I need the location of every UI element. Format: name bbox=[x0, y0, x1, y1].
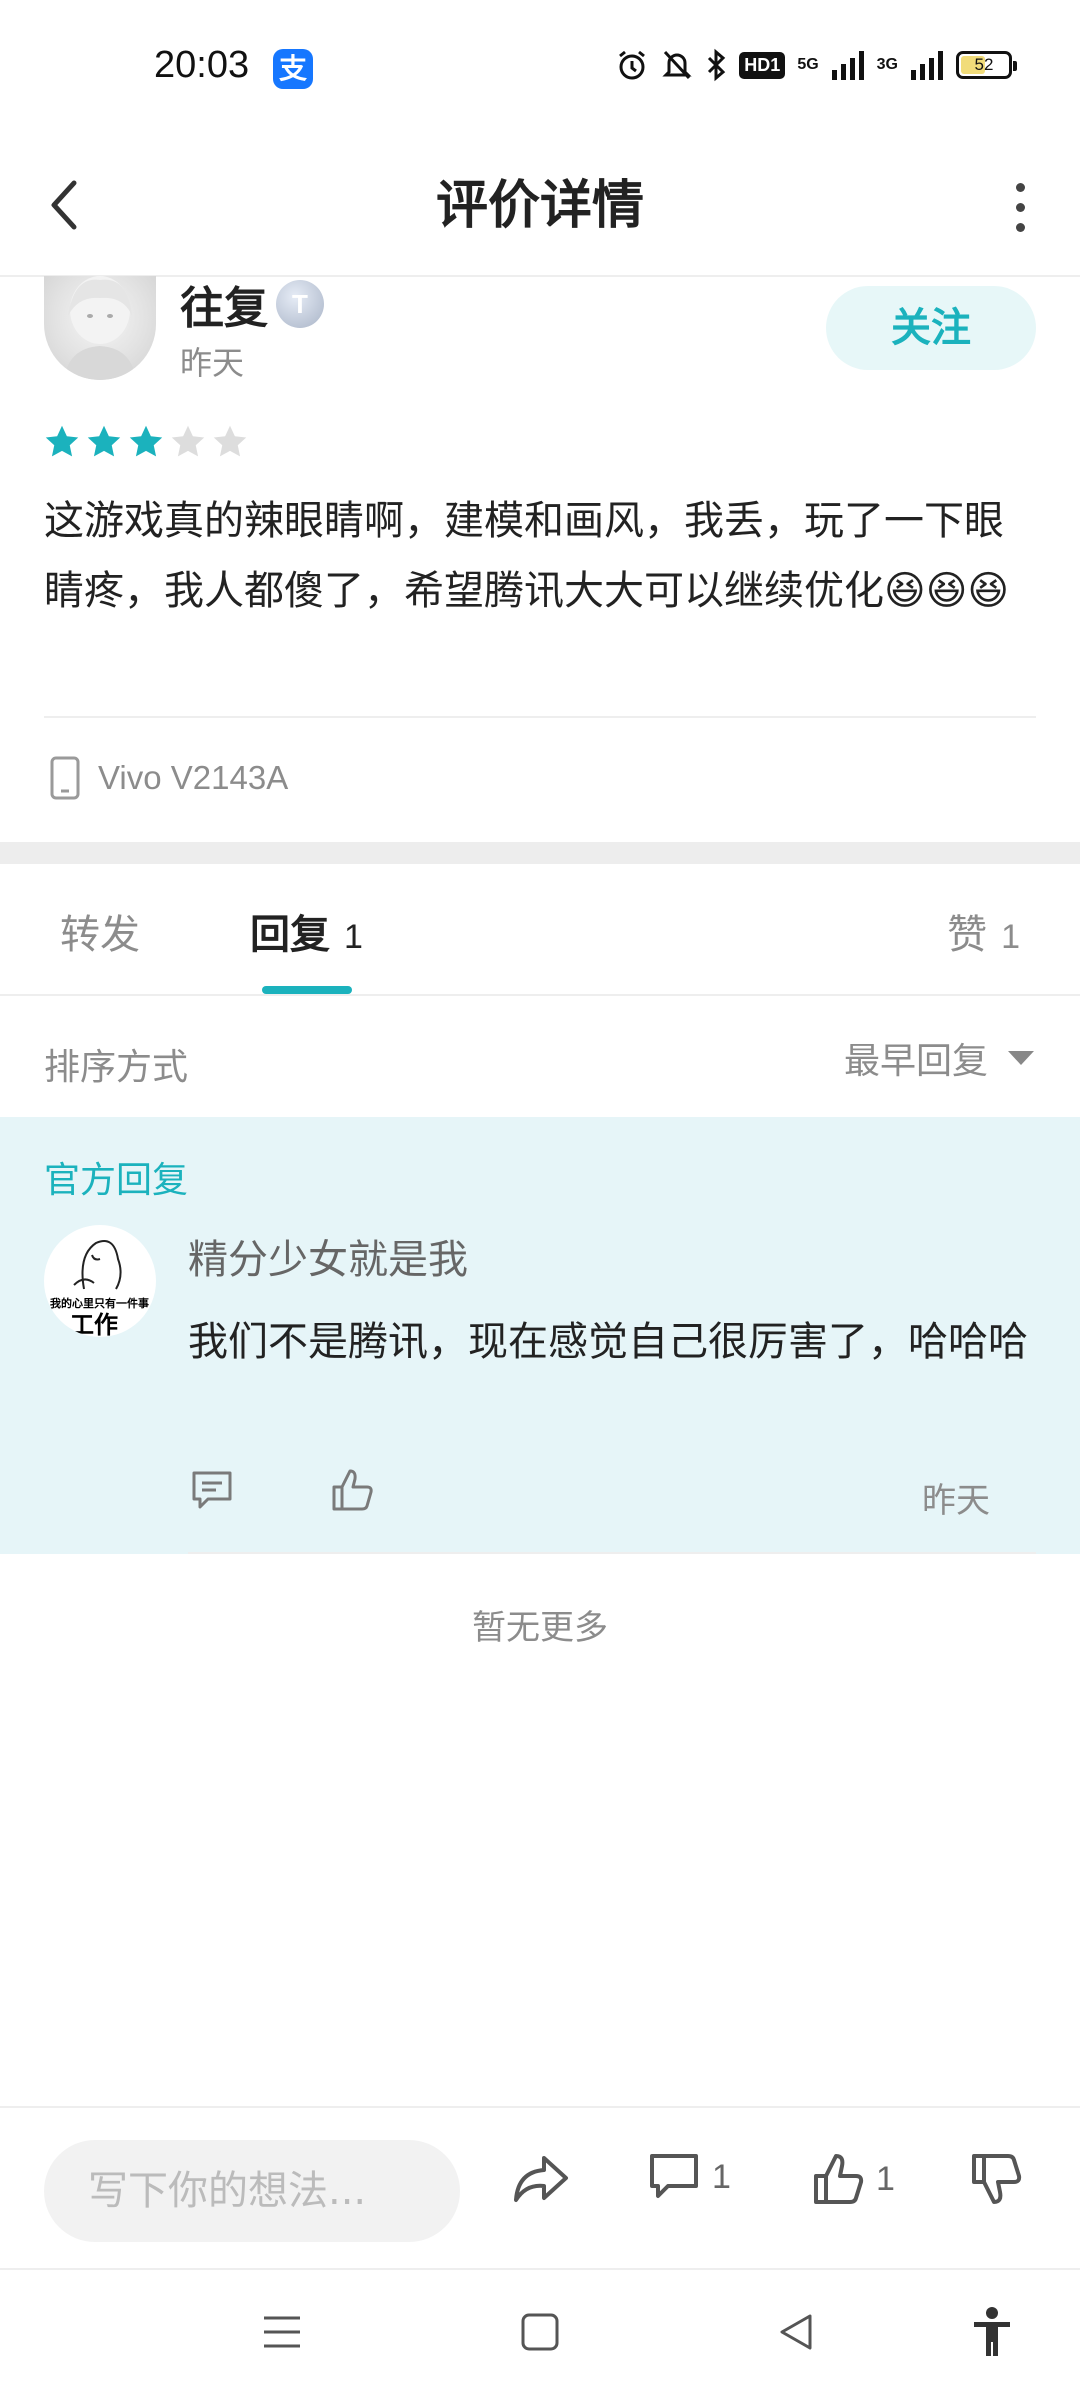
star-filled-icon bbox=[45, 425, 79, 457]
comment-icon bbox=[650, 2154, 698, 2198]
device-row: Vivo V2143A bbox=[50, 756, 288, 800]
star-empty-icon bbox=[171, 425, 205, 457]
status-time: 20:03 bbox=[154, 44, 250, 86]
username[interactable]: 往复 bbox=[180, 272, 268, 336]
page-title: 评价详情 bbox=[435, 176, 644, 236]
tab-reply[interactable]: 回复 1 bbox=[250, 902, 363, 960]
tab-reply-label: 回复 bbox=[250, 912, 330, 958]
post-time: 昨天 bbox=[180, 344, 245, 382]
star-filled-icon bbox=[129, 425, 163, 457]
reply-avatar[interactable]: 我的心里只有一件事 工作 bbox=[44, 1225, 156, 1337]
tab-bar: 转发 回复 1 赞1 bbox=[0, 864, 1080, 996]
more-button[interactable] bbox=[1000, 175, 1040, 239]
like-button[interactable]: 1 bbox=[812, 2152, 895, 2206]
signal-icon-2 bbox=[911, 51, 943, 80]
alarm-icon bbox=[619, 50, 646, 80]
tab-indicator bbox=[262, 986, 352, 994]
like-icon bbox=[814, 2154, 864, 2204]
alipay-icon: 支 bbox=[273, 49, 313, 89]
section-separator bbox=[0, 842, 1080, 864]
sort-selected: 最早回复 bbox=[843, 1041, 988, 1082]
comment-icon bbox=[192, 1471, 232, 1509]
sort-label: 排序方式 bbox=[44, 1047, 189, 1088]
mute-bell-icon bbox=[662, 50, 692, 80]
avatar-caption-large: 工作 bbox=[70, 1311, 118, 1337]
battery-text: 52 bbox=[974, 55, 994, 74]
network-5g-label: 5G bbox=[797, 56, 819, 73]
review-text: 这游戏真的辣眼睛啊，建模和画风，我丢，玩了一下眼睛疼，我人都傻了，希望腾讯大大可… bbox=[44, 498, 1010, 614]
tab-reply-count: 1 bbox=[344, 918, 363, 956]
divider bbox=[188, 1552, 1036, 1554]
accessibility-button[interactable] bbox=[972, 2306, 1012, 2362]
tab-like-label: 赞 bbox=[947, 912, 988, 958]
comment-button[interactable]: 1 bbox=[648, 2152, 731, 2202]
status-icons: HD1 5G 3G 52 bbox=[615, 48, 1017, 82]
chevron-down-icon bbox=[1008, 1051, 1034, 1065]
status-bar: 20:03 支 HD1 5G 3G 52 bbox=[0, 0, 1080, 135]
comment-input[interactable]: 写下你的想法... bbox=[44, 2140, 460, 2242]
more-icon-dot bbox=[1015, 202, 1025, 212]
bottom-action-bar: 写下你的想法... 1 1 bbox=[0, 2106, 1080, 2270]
nav-home-button[interactable] bbox=[520, 2312, 560, 2356]
network-3g-label: 3G bbox=[876, 56, 898, 73]
share-button[interactable] bbox=[510, 2152, 570, 2206]
accessibility-icon bbox=[974, 2307, 1010, 2356]
star-empty-icon bbox=[213, 425, 247, 457]
divider bbox=[44, 716, 1036, 718]
follow-button[interactable]: 关注 bbox=[826, 286, 1036, 370]
official-reply-label: 官方回复 bbox=[44, 1160, 189, 1201]
bluetooth-icon bbox=[708, 48, 726, 82]
dislike-icon bbox=[972, 2154, 1022, 2204]
share-icon bbox=[514, 2156, 568, 2202]
user-avatar[interactable] bbox=[44, 276, 156, 380]
like-count: 1 bbox=[876, 2159, 895, 2198]
official-reply-card: 官方回复 我的心里只有一件事 工作 精分少女就是我 我们不是腾讯，现在感觉自己很… bbox=[0, 1117, 1080, 1554]
system-nav-bar bbox=[0, 2270, 1080, 2400]
star-filled-icon bbox=[87, 425, 121, 457]
sort-dropdown[interactable]: 最早回复 bbox=[844, 1030, 1036, 1086]
page-header: 评价详情 bbox=[0, 135, 1080, 277]
more-icon-dot bbox=[1015, 182, 1025, 192]
more-icon-dot bbox=[1015, 222, 1025, 232]
hd-badge: HD1 bbox=[739, 51, 786, 79]
tab-forward-label: 转发 bbox=[60, 912, 140, 958]
dislike-button[interactable] bbox=[970, 2152, 1022, 2206]
avatar-portrait bbox=[64, 276, 136, 380]
like-icon bbox=[332, 1469, 373, 1511]
reply-like-button[interactable] bbox=[330, 1467, 374, 1517]
reply-text: 我们不是腾讯，现在感觉自己很厉害了，哈哈哈 bbox=[188, 1319, 1028, 1365]
comment-count: 1 bbox=[712, 2157, 731, 2196]
reply-comment-button[interactable] bbox=[190, 1469, 234, 1515]
reply-author[interactable]: 精分少女就是我 bbox=[188, 1227, 468, 1285]
phone-icon bbox=[50, 756, 80, 800]
nav-back-icon bbox=[780, 2314, 812, 2350]
rating-stars bbox=[44, 424, 248, 460]
menu-icon bbox=[264, 2316, 300, 2348]
no-more-text: 暂无更多 bbox=[472, 1608, 608, 1648]
battery-icon: 52 bbox=[956, 51, 1017, 79]
tab-forward[interactable]: 转发 bbox=[60, 902, 140, 960]
reply-time: 昨天 bbox=[922, 1481, 990, 1521]
level-badge: T bbox=[276, 280, 324, 328]
signal-icon bbox=[831, 51, 864, 80]
home-icon bbox=[521, 2313, 559, 2351]
nav-menu-button[interactable] bbox=[262, 2312, 302, 2356]
tab-like-count: 1 bbox=[1001, 918, 1020, 956]
device-name: Vivo V2143A bbox=[98, 759, 289, 796]
nav-back-button[interactable] bbox=[776, 2312, 816, 2356]
tab-like[interactable]: 赞1 bbox=[947, 902, 1020, 960]
